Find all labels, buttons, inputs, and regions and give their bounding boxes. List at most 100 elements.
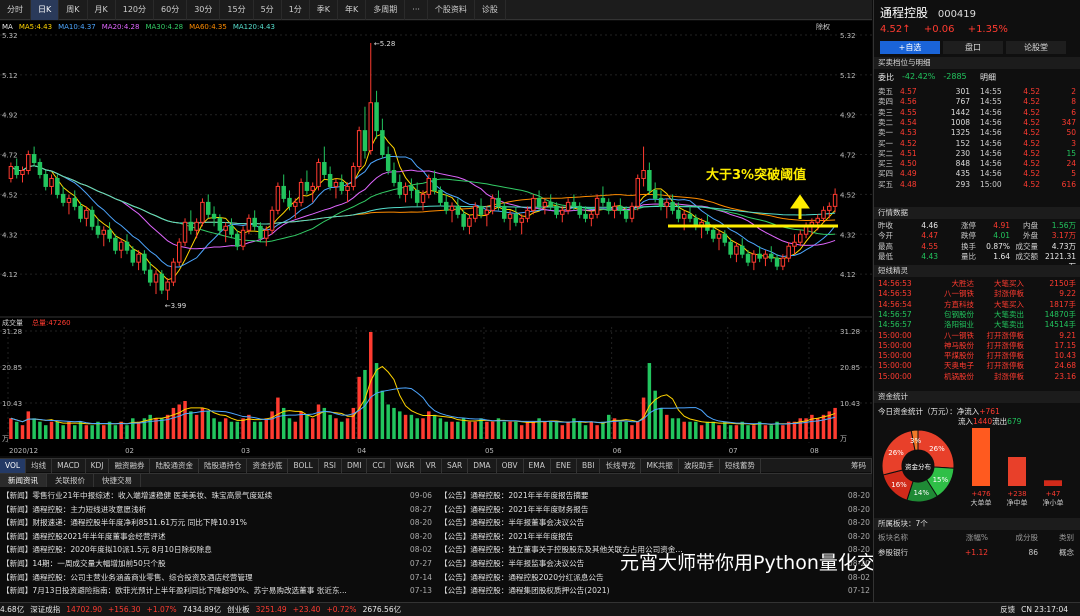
- spirit-row[interactable]: 14:56:53 八一钢铁 封涨停板 9.22: [878, 289, 1078, 299]
- indicator-tab[interactable]: 筹码: [846, 458, 872, 473]
- indicator-tab[interactable]: BOLL: [288, 458, 319, 473]
- tab-period-14[interactable]: 个股资料: [428, 0, 475, 20]
- news-item[interactable]: 【公告】通程控股：半年报董事会决议公告 08-20: [440, 516, 870, 530]
- news-title[interactable]: 【公告】通程控股：2021年半年度报告摘要: [440, 489, 836, 503]
- news-item[interactable]: 【公告】通程控股：通程集团股权质押公告(2021) 07-12: [440, 584, 870, 598]
- news-title[interactable]: 【新闻】7月13日投资避险指南：欧菲光预计上半年盈利同比下降超90%、苏宁易购改…: [2, 584, 398, 598]
- tab-period-15[interactable]: 诊股: [475, 0, 506, 20]
- indicator-tab[interactable]: MK共振: [641, 458, 679, 473]
- indicator-tab[interactable]: 短线蓄势: [720, 458, 761, 473]
- spirit-row[interactable]: 14:56:57 包钢股份 大笔卖出 14870手: [878, 310, 1078, 320]
- detail-tab[interactable]: 明细: [980, 72, 996, 83]
- news-item[interactable]: 【新闻】7月13日投资避险指南：欧菲光预计上半年盈利同比下降超90%、苏宁易购改…: [2, 584, 432, 598]
- news-title[interactable]: 【公告】通程控股：2021年半年度报告: [440, 530, 836, 544]
- tab-period-3[interactable]: 月K: [88, 0, 116, 20]
- news-title[interactable]: 【公告】通程控股：半年报董事会决议公告: [440, 516, 836, 530]
- tab-period-11[interactable]: 年K: [338, 0, 367, 20]
- news-item[interactable]: 【新闻】通程控股：主力短线进攻意愿浅析 08-27: [2, 503, 432, 517]
- spirit-row[interactable]: 15:00:00 平煤股份 打开涨停板 10.43: [878, 351, 1078, 361]
- indicator-tab[interactable]: VR: [421, 458, 442, 473]
- tab-period-9[interactable]: 1分: [282, 0, 310, 20]
- indicator-tab[interactable]: KDJ: [86, 458, 110, 473]
- ma-legend-item: MA5:4.43: [18, 23, 53, 31]
- volume-bar: [670, 418, 675, 439]
- tab-period-8[interactable]: 5分: [254, 0, 282, 20]
- news-title[interactable]: 【新闻】通程控股：主力短线进攻意愿浅析: [2, 503, 398, 517]
- spirit-row[interactable]: 14:56:53 大胜达 大笔买入 2150手: [878, 279, 1078, 289]
- tab-period-1[interactable]: 日K: [31, 0, 60, 20]
- news-tab[interactable]: 快捷交易: [94, 474, 141, 487]
- status-right-item: CN 23:17:04: [1021, 605, 1068, 614]
- indicator-tab[interactable]: ENE: [551, 458, 577, 473]
- indicator-tab[interactable]: OBV: [497, 458, 524, 473]
- spirit-row[interactable]: 15:00:00 机锅股份 封涨停板 23.16: [878, 372, 1078, 382]
- news-tab[interactable]: 关联报价: [47, 474, 94, 487]
- tab-period-6[interactable]: 30分: [187, 0, 221, 20]
- tab-forum[interactable]: 论股堂: [1006, 41, 1066, 54]
- news-title[interactable]: 【新闻】14期：一周成交量大幅增加前50只个股: [2, 557, 398, 571]
- spirit-row[interactable]: 15:00:00 天奥电子 打开涨停板 24.68: [878, 361, 1078, 371]
- pie-label: 26%: [888, 449, 904, 457]
- spirit-row[interactable]: 15:00:00 神马股份 打开涨停板 17.15: [878, 341, 1078, 351]
- indicator-tab[interactable]: CCI: [367, 458, 392, 473]
- volume-bar: [821, 414, 826, 439]
- indicator-tab[interactable]: W&R: [391, 458, 421, 473]
- indicator-tab[interactable]: 均线: [26, 458, 53, 473]
- indicator-tab[interactable]: VOL: [0, 458, 27, 473]
- indicator-tab[interactable]: MACD: [52, 458, 86, 473]
- news-title[interactable]: 【新闻】零售行业21年中报综述：收入端增速稳健 医美美妆、珠宝高景气度延续: [2, 489, 398, 503]
- status-item: 深证成指: [30, 605, 61, 614]
- tab-period-13[interactable]: ···: [405, 0, 428, 20]
- indicator-tab[interactable]: BBI: [577, 458, 601, 473]
- tab-period-4[interactable]: 120分: [116, 0, 155, 20]
- news-item[interactable]: 【公告】通程控股：2021年半年度报告摘要 08-20: [440, 489, 870, 503]
- tab-period-10[interactable]: 季K: [310, 0, 339, 20]
- indicator-tab[interactable]: DMA: [468, 458, 497, 473]
- tab-period-0[interactable]: 分时: [0, 0, 31, 20]
- tab-period-12[interactable]: 多周期: [366, 0, 406, 20]
- news-title[interactable]: 【公告】通程控股：2021年半年度财务报告: [440, 503, 836, 517]
- news-item[interactable]: 【新闻】通程控股：2020年度拟10派1.5元 8月10日除权除息 08-02: [2, 543, 432, 557]
- kline-chart[interactable]: 5.32 5.32 5.12 5.12 4.92 4.92 4.72 4.72 4.52 4.52…: [0, 21, 889, 456]
- add-watchlist-button[interactable]: +自选: [880, 41, 940, 54]
- news-title[interactable]: 【公告】通程控股：通程集团股权质押公告(2021): [440, 584, 836, 598]
- indicator-tab[interactable]: 资金抄底: [247, 458, 289, 473]
- candle-body: [734, 245, 739, 255]
- indicator-tab[interactable]: DMI: [342, 458, 368, 473]
- volume-bar: [688, 421, 692, 439]
- news-item[interactable]: 【新闻】通程控股2021年半年度董事会经营评述 08-20: [2, 530, 432, 544]
- tab-orderbook[interactable]: 盘口: [943, 41, 1003, 54]
- news-item[interactable]: 【新闻】财报速递：通程控股半年度净利8511.61万元 同比下降10.91% 08…: [2, 516, 432, 530]
- news-item[interactable]: 【新闻】零售行业21年中报综述：收入端增速稳健 医美美妆、珠宝高景气度延续 09-…: [2, 489, 432, 503]
- news-item[interactable]: 【新闻】通程控股：公司主营业务涵盖商业零售、综合投资及酒店经营管理 07-14: [2, 571, 432, 585]
- news-title[interactable]: 【新闻】财报速递：通程控股半年度净利8511.61万元 同比下降10.91%: [2, 516, 398, 530]
- news-title[interactable]: 【新闻】通程控股：2020年度拟10派1.5元 8月10日除权除息: [2, 543, 398, 557]
- indicator-tab[interactable]: 融资融券: [109, 458, 151, 473]
- spirit-row[interactable]: 14:56:57 洛阳钼业 大笔卖出 14514手: [878, 320, 1078, 330]
- tab-period-5[interactable]: 60分: [154, 0, 188, 20]
- tab-period-2[interactable]: 周K: [59, 0, 88, 20]
- news-tab[interactable]: 新闻资讯: [0, 474, 47, 487]
- indicator-tab[interactable]: 陆股通资金: [150, 458, 199, 473]
- news-item[interactable]: 【新闻】14期：一周成交量大幅增加前50只个股 07-27: [2, 557, 432, 571]
- indicator-tab[interactable]: 长线寻龙: [600, 458, 642, 473]
- status-right-item[interactable]: 反馈: [1000, 605, 1015, 614]
- indicator-tab[interactable]: SAR: [442, 458, 469, 473]
- news-title[interactable]: 【新闻】通程控股2021年半年度董事会经营评述: [2, 530, 398, 544]
- candle-body: [264, 229, 269, 239]
- news-title[interactable]: 【新闻】通程控股：公司主营业务涵盖商业零售、综合投资及酒店经营管理: [2, 571, 398, 585]
- volume-bar: [276, 397, 280, 439]
- news-item[interactable]: 【公告】通程控股：2021年半年度报告 08-20: [440, 530, 870, 544]
- news-item[interactable]: 【公告】通程控股：2021年半年度财务报告 08-20: [440, 503, 870, 517]
- tab-period-7[interactable]: 15分: [220, 0, 254, 20]
- sector-row[interactable]: 参股银行 +1.12 86 概念: [878, 546, 1078, 559]
- indicator-tab[interactable]: EMA: [524, 458, 551, 473]
- quote-cell: 涨停: [961, 221, 976, 230]
- spirit-row[interactable]: 14:56:54 方直科技 大笔买入 1817手: [878, 300, 1078, 310]
- spirit-row[interactable]: 15:00:00 八一钢铁 打开涨停板 9.21: [878, 331, 1078, 341]
- indicator-tab[interactable]: 陆股通持仓: [199, 458, 248, 473]
- candle-body: [420, 193, 426, 203]
- indicator-tab[interactable]: RSI: [319, 458, 342, 473]
- indicator-tab[interactable]: 波段助手: [679, 458, 720, 473]
- kline-chart-area[interactable]: 5.32 5.32 5.12 5.12 4.92 4.92 4.72 4.72 4.52 4.52…: [0, 21, 889, 456]
